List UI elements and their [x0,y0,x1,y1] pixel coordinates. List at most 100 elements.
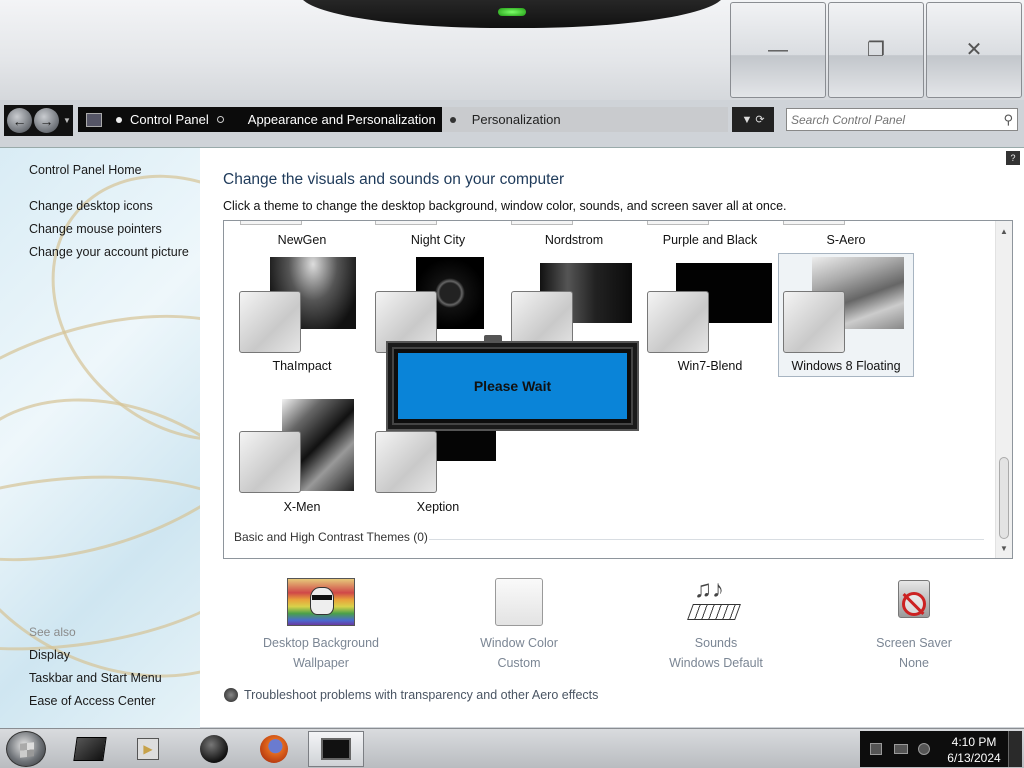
forward-arrow-icon: → [39,112,54,129]
sidebar-link-ease-of-access[interactable]: Ease of Access Center [29,694,155,708]
maximize-button[interactable]: ❐ [828,2,924,98]
content-area: Control Panel Home Change desktop icons … [0,147,1024,728]
start-button[interactable] [6,731,46,767]
sounds-title: Sounds [694,636,738,650]
control-panel-icon [86,112,102,127]
scroll-up-icon[interactable]: ▲ [996,223,1012,239]
sidebar-link-display[interactable]: Display [29,648,70,662]
search-icon[interactable]: ⚲ [1003,112,1013,128]
action-center-icon[interactable] [870,743,882,755]
desktop-background-icon [287,578,355,626]
theme-s-aero[interactable]: S-Aero [827,233,866,247]
back-arrow-icon: ← [12,112,27,129]
breadcrumb-separator-icon [216,116,224,123]
sidebar-link-desktop-icons[interactable]: Change desktop icons [29,199,153,213]
globe-icon [200,735,228,763]
title-bar: — ❐ ✕ [0,0,1024,100]
theme-scrollbar[interactable]: ▲ ▼ [995,221,1012,558]
status-light-icon [498,8,526,16]
clock-date[interactable]: 6/13/2024 [944,751,1004,765]
file-explorer-icon [73,737,107,761]
theme-nordstrom[interactable]: Nordstrom [545,233,603,247]
page-title: Change the visuals and sounds on your co… [223,171,565,188]
basic-themes-group-label[interactable]: Basic and High Contrast Themes (0) [234,530,428,544]
navigation-bar: ← → ▼ Control Panel Appearance and Perso… [0,103,1024,137]
recent-pages-dropdown[interactable]: ▼ [63,116,71,125]
page-subtitle: Click a theme to change the desktop back… [223,199,787,213]
troubleshoot-icon [224,688,238,702]
screen-saver-setting[interactable]: Screen Saver None [829,578,999,670]
taskbar-app-explorer[interactable] [62,731,118,767]
theme-gallery: NewGen Night City Nordstrom Purple and B… [223,220,1013,559]
sounds-icon: ♫♪ [682,578,750,626]
taskbar-app-firefox[interactable] [246,731,302,767]
volume-icon[interactable] [918,743,930,755]
theme-thumbnail-stub [240,221,302,225]
sidebar: Control Panel Home Change desktop icons … [0,148,200,728]
taskbar-app-control-panel[interactable] [308,731,364,767]
screen-saver-title: Screen Saver [876,636,952,650]
breadcrumb-control-panel[interactable]: Control Panel [78,107,240,132]
desktop-background-setting[interactable]: Desktop Background Wallpaper [236,578,406,670]
sidebar-link-mouse-pointers[interactable]: Change mouse pointers [29,222,162,236]
sounds-setting[interactable]: ♫♪ Sounds Windows Default [631,578,801,671]
dialog-knob [484,335,502,343]
taskbar-app-globe[interactable] [186,731,242,767]
minimize-button[interactable]: — [730,2,826,98]
screen-saver-value: None [899,656,929,670]
theme-thaimpact[interactable]: ThaImpact [272,359,331,373]
address-dropdown-refresh[interactable]: ▼ ⟳ [732,107,774,132]
chevron-down-icon: ▼ [741,113,753,126]
nav-buttons: ← → ▼ [4,105,73,136]
see-also-label: See also [29,625,76,639]
scroll-thumb[interactable] [999,457,1009,539]
theme-purple-and-black[interactable]: Purple and Black [663,233,758,247]
breadcrumb-label: Personalization [471,112,561,127]
please-wait-dialog: Please Wait [386,335,639,431]
scroll-down-icon[interactable]: ▼ [996,540,1012,556]
show-desktop-button[interactable] [1008,731,1022,767]
refresh-icon: ⟳ [755,114,765,126]
back-button[interactable]: ← [7,108,32,133]
breadcrumb-label: Appearance and Personalization [247,112,436,127]
desktop-background-title: Desktop Background [262,636,380,650]
troubleshoot-link[interactable]: Troubleshoot problems with transparency … [224,688,598,702]
window-color-setting[interactable]: Window Color Custom [434,578,604,670]
theme-thumbnail-stub [783,221,845,225]
breadcrumb-appearance[interactable]: Appearance and Personalization [239,107,442,132]
theme-xeption[interactable]: Xeption [417,500,459,514]
theme-newgen[interactable]: NewGen [278,233,327,247]
sidebar-link-home[interactable]: Control Panel Home [29,163,142,177]
main-panel: ? Change the visuals and sounds on your … [200,148,1024,728]
theme-night-city[interactable]: Night City [411,233,465,247]
network-icon[interactable] [894,744,908,754]
help-icon[interactable]: ? [1006,151,1020,165]
window-color-icon [495,578,543,626]
sidebar-link-account-picture[interactable]: Change your account picture [29,245,189,259]
sounds-value: Windows Default [669,656,763,670]
troubleshoot-label: Troubleshoot problems with transparency … [244,688,599,702]
breadcrumb-separator-icon [116,116,122,123]
search-input[interactable] [791,112,991,127]
breadcrumb-personalization[interactable]: Personalization [464,107,569,132]
address-bar[interactable]: Control Panel Appearance and Personaliza… [78,107,728,132]
taskbar: ▶ 4:10 PM 6/13/2024 [0,728,1024,768]
sidebar-link-taskbar[interactable]: Taskbar and Start Menu [29,671,162,685]
search-box[interactable]: ⚲ [786,108,1018,131]
media-player-icon: ▶ [137,738,159,760]
breadcrumb-label: Control Panel [130,112,209,127]
clock-time[interactable]: 4:10 PM [944,735,1004,749]
please-wait-message: Please Wait [392,347,633,425]
minimize-icon: — [768,39,788,61]
desktop-background-value: Wallpaper [293,656,349,670]
firefox-icon [260,735,288,763]
theme-windows-8-floating[interactable]: Windows 8 Floating [791,359,900,373]
theme-win7-blend[interactable]: Win7-Blend [678,359,743,373]
theme-x-men[interactable]: X-Men [284,500,321,514]
forward-button[interactable]: → [34,108,59,133]
close-button[interactable]: ✕ [926,2,1022,98]
theme-thumbnail-stub [375,221,437,225]
taskbar-app-media-player[interactable]: ▶ [120,731,176,767]
screen-saver-icon [880,578,948,626]
breadcrumb-separator-icon [449,116,456,123]
